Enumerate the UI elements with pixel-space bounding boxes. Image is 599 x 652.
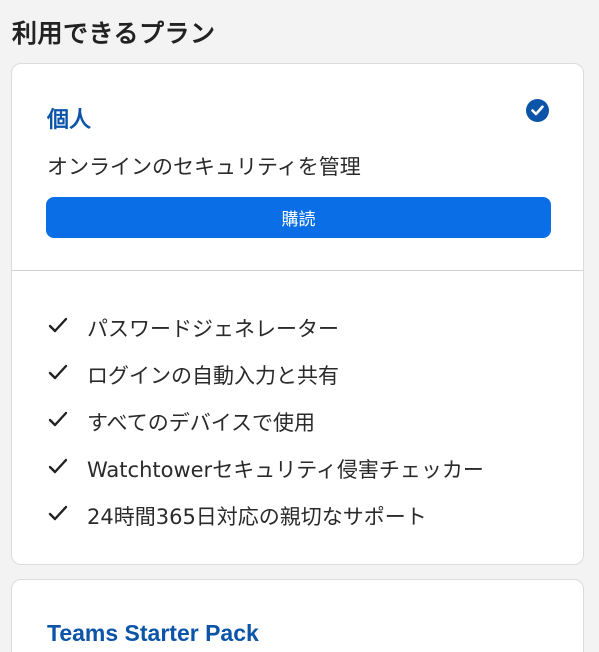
feature-label: パスワードジェネレーター xyxy=(87,316,339,341)
plan-card-teams: Teams Starter Pack xyxy=(11,579,584,652)
feature-label: Watchtowerセキュリティ侵害チェッカー xyxy=(87,457,484,482)
subscribe-button[interactable]: 購読 xyxy=(46,197,551,238)
checkmark-icon xyxy=(47,456,69,476)
plan-card-personal: 個人 オンラインのセキュリティを管理 購読 パスワードジェネレーター ログインの… xyxy=(11,63,584,565)
feature-list: パスワードジェネレーター ログインの自動入力と共有 すべてのデバイスで使用 Wa… xyxy=(47,304,484,539)
feature-label: すべてのデバイスで使用 xyxy=(87,410,316,435)
checkmark-icon xyxy=(47,503,69,523)
feature-item: ログインの自動入力と共有 xyxy=(47,351,484,398)
checkmark-icon xyxy=(47,362,69,382)
plan-description: オンラインのセキュリティを管理 xyxy=(47,155,361,179)
feature-item: パスワードジェネレーター xyxy=(47,304,484,351)
plan-name: Teams Starter Pack xyxy=(47,620,259,646)
feature-item: 24時間365日対応の親切なサポート xyxy=(47,492,484,539)
check-circle-icon xyxy=(526,99,549,122)
section-title: 利用できるプラン xyxy=(12,19,216,48)
feature-item: すべてのデバイスで使用 xyxy=(47,398,484,445)
feature-label: 24時間365日対応の親切なサポート xyxy=(87,504,427,529)
checkmark-icon xyxy=(47,315,69,335)
feature-label: ログインの自動入力と共有 xyxy=(87,363,339,388)
divider xyxy=(12,270,583,271)
feature-item: Watchtowerセキュリティ侵害チェッカー xyxy=(47,445,484,492)
checkmark-icon xyxy=(47,409,69,429)
plan-name: 個人 xyxy=(47,108,92,133)
